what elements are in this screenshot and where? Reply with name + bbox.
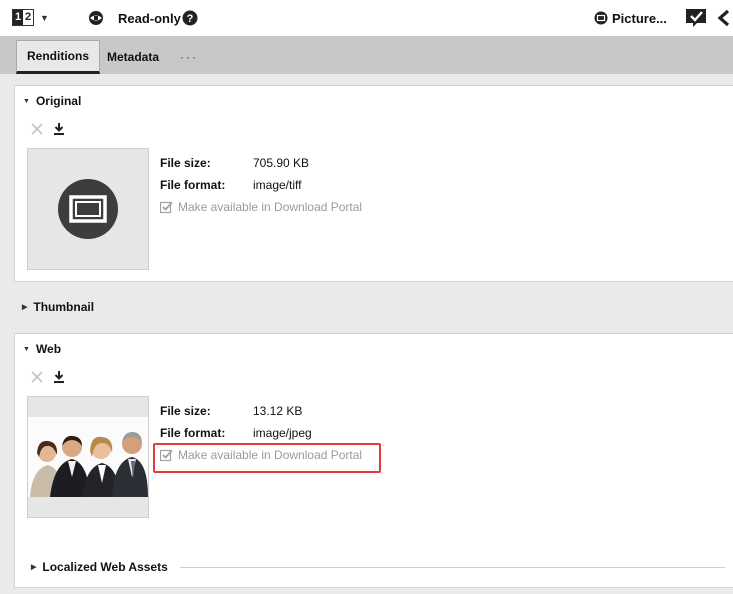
top-toolbar: 1 2 ▼ Read-only ? Picture... <box>0 0 733 36</box>
file-size-row: File size: 705.90 KB <box>160 152 362 174</box>
collapse-triangle-icon: ▼ <box>23 97 30 105</box>
business-team-photo <box>28 397 148 517</box>
file-format-label: File format: <box>160 426 226 440</box>
readonly-label: Read-only <box>118 10 181 26</box>
download-portal-label: Make available in Download Portal <box>178 200 363 214</box>
expand-triangle-icon: ▶ <box>31 564 37 571</box>
page-number-icon[interactable]: 1 2 <box>12 9 34 26</box>
download-portal-checkbox[interactable]: Make available in Download Portal <box>160 196 362 218</box>
download-icon[interactable] <box>53 370 65 386</box>
checkmark-icon[interactable] <box>685 0 707 36</box>
page-number-1: 1 <box>13 10 23 25</box>
file-size-label: File size: <box>160 404 211 418</box>
expand-triangle-icon: ▶ <box>22 304 28 311</box>
thumbnail-section-header[interactable]: ▶ Thumbnail <box>22 300 94 314</box>
tab-bar: Renditions Metadata ··· <box>0 36 733 74</box>
web-preview[interactable] <box>27 396 149 518</box>
file-size-row: File size: 13.12 KB <box>160 400 362 422</box>
thumbnail-title: Thumbnail <box>33 300 95 314</box>
tab-more-menu[interactable]: ··· <box>170 40 208 74</box>
original-section-header[interactable]: ▼ Original <box>23 94 81 108</box>
localized-web-assets-header[interactable]: ▶ Localized Web Assets <box>31 560 725 574</box>
localized-web-assets-title: Localized Web Assets <box>42 560 168 574</box>
collapse-triangle-icon: ▼ <box>23 345 30 353</box>
file-format-value: image/tiff <box>253 178 302 192</box>
web-actions <box>31 370 65 386</box>
original-actions <box>31 122 65 138</box>
web-metadata: File size: 13.12 KB File format: image/j… <box>153 400 381 473</box>
chevron-down-icon[interactable]: ▼ <box>40 0 49 36</box>
page-number-2: 2 <box>23 10 33 25</box>
help-icon[interactable]: ? <box>182 0 198 36</box>
file-format-value: image/jpeg <box>253 426 312 440</box>
original-metadata: File size: 705.90 KB File format: image/… <box>160 152 362 218</box>
placeholder-picture-icon <box>58 179 118 239</box>
tab-metadata[interactable]: Metadata <box>97 40 169 74</box>
highlight-box <box>153 443 381 473</box>
divider <box>179 566 725 568</box>
file-format-label: File format: <box>160 178 226 192</box>
lock-icon <box>88 0 104 36</box>
original-title: Original <box>35 94 82 108</box>
thumbnail-section: ▶ Thumbnail <box>14 292 733 322</box>
web-title: Web <box>35 342 62 356</box>
file-size-value: 13.12 KB <box>253 404 303 418</box>
web-section: ▼ Web File size: 13.12 KB File format: i… <box>14 333 733 588</box>
checkbox-icon <box>160 201 173 213</box>
renditions-content: ▼ Original File size: 705.90 KB File for… <box>0 74 733 594</box>
delete-icon[interactable] <box>31 370 43 386</box>
original-preview[interactable] <box>27 148 149 270</box>
svg-text:?: ? <box>187 13 194 25</box>
download-icon[interactable] <box>53 122 65 138</box>
original-section: ▼ Original File size: 705.90 KB File for… <box>14 85 733 282</box>
file-format-row: File format: image/jpeg <box>160 422 362 444</box>
file-size-label: File size: <box>160 156 211 170</box>
file-format-row: File format: image/tiff <box>160 174 362 196</box>
picture-label[interactable]: Picture... <box>612 0 667 36</box>
back-icon[interactable] <box>716 0 730 36</box>
delete-icon[interactable] <box>31 122 43 138</box>
tab-renditions[interactable]: Renditions <box>16 40 100 74</box>
web-section-header[interactable]: ▼ Web <box>23 342 61 356</box>
picture-icon <box>594 0 608 36</box>
file-size-value: 705.90 KB <box>253 156 310 170</box>
